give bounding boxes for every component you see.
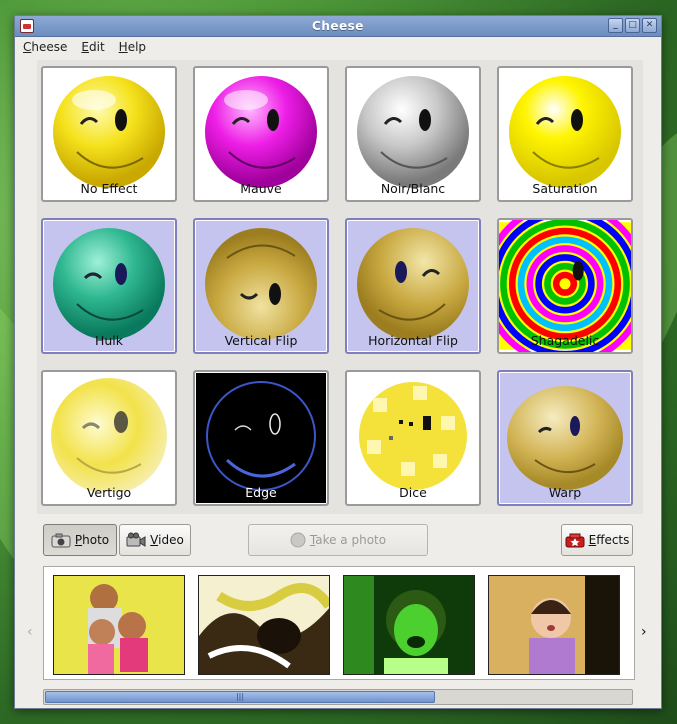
minimize-button[interactable]: _ (608, 18, 623, 33)
scroll-right-arrow[interactable]: › (641, 624, 647, 640)
effect-dice[interactable]: Dice (345, 370, 481, 506)
menu-cheese[interactable]: Cheese (23, 40, 67, 54)
cheese-app-icon[interactable] (20, 19, 34, 33)
effects-grid: No Effect Mauve Noir/Blanc Saturation Hu… (37, 60, 643, 514)
effect-label: Warp (548, 485, 582, 500)
smiley-thumbnail (507, 386, 623, 490)
effect-label: Mauve (240, 181, 282, 196)
titlebar[interactable]: Cheese _ □ ✕ (15, 16, 661, 37)
effect-warp[interactable]: Warp (497, 370, 633, 506)
menu-edit[interactable]: Edit (81, 40, 104, 54)
effect-hulk[interactable]: Hulk (41, 218, 177, 354)
effect-vertical-flip[interactable]: Vertical Flip (193, 218, 329, 354)
scrollbar-thumb[interactable]: ||| (45, 691, 435, 703)
cheese-window: Cheese _ □ ✕ Cheese Edit Help No Effect (14, 15, 662, 709)
smiley-thumbnail (205, 76, 317, 188)
effect-label: Horizontal Flip (368, 333, 458, 348)
edge-thumbnail (201, 376, 321, 492)
effect-mauve[interactable]: Mauve (193, 66, 329, 202)
shutter-icon (290, 532, 306, 548)
effects-icon (565, 533, 585, 548)
smiley-thumbnail (357, 228, 469, 340)
dice-thumbnail (359, 382, 467, 490)
window-controls: _ □ ✕ (608, 18, 657, 33)
effect-edge[interactable]: Edge (193, 370, 329, 506)
effect-label: Dice (399, 485, 427, 500)
take-photo-label: Take a photo (309, 533, 387, 547)
photo-mode-label: Photo (74, 533, 110, 547)
effect-noir-blanc[interactable]: Noir/Blanc (345, 66, 481, 202)
photo-warped (199, 576, 329, 674)
effect-label: Vertical Flip (224, 333, 298, 348)
filmstrip-scrollbar[interactable]: ||| (43, 689, 633, 705)
close-button[interactable]: ✕ (642, 18, 657, 33)
take-photo-button[interactable]: Take a photo (248, 524, 428, 556)
effect-horizontal-flip[interactable]: Horizontal Flip (345, 218, 481, 354)
smiley-thumbnail (509, 76, 621, 188)
effect-label: No Effect (80, 181, 138, 196)
effect-saturation[interactable]: Saturation (497, 66, 633, 202)
effect-label: Edge (245, 485, 277, 500)
effect-label: Noir/Blanc (380, 181, 446, 196)
effects-toggle-button[interactable]: Effects (561, 524, 633, 556)
smiley-thumbnail (205, 228, 317, 340)
effect-label: Vertigo (86, 485, 132, 500)
effect-label: Saturation (532, 181, 598, 196)
effect-vertigo[interactable]: Vertigo (41, 370, 177, 506)
effect-no-effect[interactable]: No Effect (41, 66, 177, 202)
video-camera-icon (126, 532, 146, 547)
smiley-thumbnail (357, 76, 469, 188)
effect-shagadelic[interactable]: Shagadelic (497, 218, 633, 354)
window-title: Cheese (312, 19, 364, 33)
photo-mode-button[interactable]: Photo (43, 524, 117, 556)
menu-help[interactable]: Help (119, 40, 146, 54)
photo-baby (489, 576, 619, 674)
photo-thumbnail[interactable] (198, 575, 330, 675)
smiley-thumbnail (53, 228, 165, 340)
video-mode-button[interactable]: Video (119, 524, 191, 556)
photo-thumbnail[interactable] (53, 575, 185, 675)
photo-thumbnail[interactable] (343, 575, 475, 675)
camera-icon (51, 533, 71, 548)
scroll-left-arrow[interactable]: ‹ (27, 624, 33, 640)
video-mode-label: Video (150, 533, 184, 547)
maximize-button[interactable]: □ (625, 18, 640, 33)
smiley-thumbnail (51, 378, 167, 492)
photo-family (54, 576, 184, 674)
photo-green-child (344, 576, 474, 674)
effects-toggle-label: Effects (588, 533, 630, 547)
menubar: Cheese Edit Help (15, 37, 661, 57)
effect-label: Hulk (94, 333, 124, 348)
effect-label: Shagadelic (530, 333, 600, 348)
photo-thumbnail[interactable] (488, 575, 620, 675)
photo-filmstrip (43, 566, 635, 680)
smiley-thumbnail (53, 76, 165, 188)
